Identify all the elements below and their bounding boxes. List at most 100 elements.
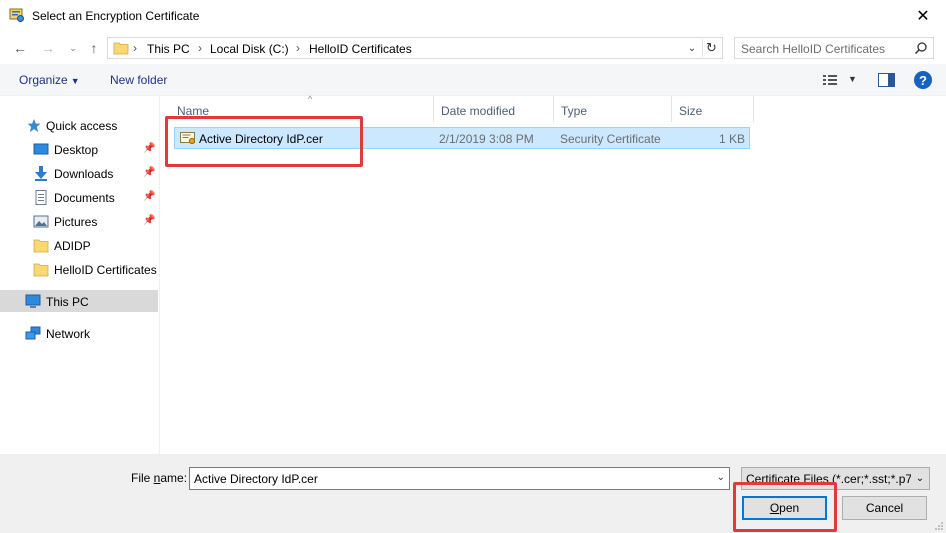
arrow-left-icon: ←: [13, 40, 27, 56]
network-icon: [25, 326, 41, 340]
back-button[interactable]: ←: [11, 39, 29, 57]
dialog-footer: File name: Active Directory IdP.cer ⌄ Ce…: [0, 454, 946, 533]
download-icon: [35, 166, 47, 181]
pictures-icon: [33, 215, 49, 228]
label-part: ame:: [160, 471, 188, 485]
close-icon: ✕: [916, 8, 930, 25]
arrow-up-icon: ↑: [90, 40, 98, 56]
column-header-type[interactable]: Type: [554, 96, 672, 122]
column-label: Size: [679, 104, 703, 118]
chevron-right-icon: ›: [133, 41, 137, 55]
preview-pane-icon[interactable]: [878, 73, 895, 87]
caret-down-icon: ▼: [70, 76, 80, 86]
column-label: Date modified: [441, 104, 516, 118]
organize-label: Organize: [19, 73, 68, 87]
chevron-down-icon: ⌄: [687, 42, 697, 54]
refresh-button[interactable]: ↻: [702, 39, 720, 57]
nav-label: Network: [46, 327, 91, 341]
file-list: Name ^ Date modified Type Size Active Di…: [160, 94, 946, 454]
chevron-right-icon: ›: [296, 41, 300, 55]
organize-button[interactable]: Organize ▼: [19, 73, 80, 87]
column-header-name[interactable]: Name ^: [170, 94, 434, 122]
help-icon[interactable]: ?: [914, 71, 932, 89]
file-type-filter[interactable]: Certificate Files (*.cer;*.sst;*.p7b ⌄: [741, 467, 930, 490]
file-type: Security Certificate: [560, 132, 661, 146]
view-dropdown-icon[interactable]: ▼: [848, 74, 857, 84]
new-folder-button[interactable]: New folder: [110, 73, 167, 87]
nav-item-adidp[interactable]: ADIDP: [0, 234, 158, 256]
column-header-size[interactable]: Size: [672, 96, 754, 122]
recent-locations-button[interactable]: ⌄: [64, 39, 82, 57]
close-button[interactable]: ✕: [900, 0, 946, 32]
open-label: pen: [779, 501, 800, 515]
pin-icon: 📌: [143, 191, 156, 202]
sort-ascending-icon: ^: [308, 94, 313, 104]
cancel-button[interactable]: Cancel: [842, 496, 927, 520]
file-name-value: Active Directory IdP.cer: [194, 472, 318, 486]
arrow-right-icon: →: [41, 40, 55, 56]
resize-grip-icon[interactable]: [934, 521, 944, 531]
folder-icon: [113, 42, 129, 55]
refresh-icon: ↻: [706, 40, 717, 55]
folder-icon: [33, 239, 49, 253]
file-name-input[interactable]: Active Directory IdP.cer ⌄: [189, 467, 730, 490]
search-placeholder: Search HelloID Certificates: [741, 42, 886, 56]
chevron-down-icon[interactable]: ⌄: [717, 472, 725, 483]
certificate-app-icon: [9, 8, 24, 22]
certificate-icon: [180, 132, 196, 145]
nav-item-pictures[interactable]: Pictures 📌: [0, 210, 158, 232]
file-date: 2/1/2019 3:08 PM: [439, 132, 534, 146]
file-type-filter-value: Certificate Files (*.cer;*.sst;*.p7b: [746, 472, 919, 486]
view-options-icon[interactable]: [822, 72, 838, 88]
chevron-down-icon: ⌄: [69, 42, 77, 53]
nav-item-quick-access[interactable]: Quick access: [0, 114, 158, 136]
desktop-icon: [33, 143, 49, 155]
table-row[interactable]: Active Directory IdP.cer 2/1/2019 3:08 P…: [174, 127, 750, 149]
pin-icon: 📌: [143, 167, 156, 178]
nav-label: Pictures: [54, 215, 98, 229]
search-input[interactable]: Search HelloID Certificates: [734, 37, 934, 59]
cancel-label: Cancel: [865, 501, 904, 515]
nav-label: Quick access: [46, 119, 118, 133]
file-name: Active Directory IdP.cer: [199, 132, 323, 146]
address-dropdown-button[interactable]: ⌄: [684, 40, 700, 56]
nav-item-desktop[interactable]: Desktop 📌: [0, 138, 158, 160]
breadcrumb-this-pc[interactable]: This PC: [147, 42, 190, 56]
column-label: Type: [561, 104, 588, 118]
address-bar[interactable]: › This PC › Local Disk (C:) › HelloID Ce…: [107, 37, 723, 59]
column-header-date[interactable]: Date modified: [434, 96, 554, 122]
title-bar: Select an Encryption Certificate ✕: [0, 0, 946, 32]
new-folder-label: New folder: [110, 73, 168, 87]
search-icon: [914, 42, 927, 55]
open-accelerator: O: [769, 501, 780, 515]
nav-label: Downloads: [54, 167, 114, 181]
forward-button[interactable]: →: [39, 39, 57, 57]
nav-label: ADIDP: [54, 239, 91, 253]
chevron-down-icon: ⌄: [911, 468, 929, 489]
up-button[interactable]: ↑: [85, 39, 103, 57]
pin-icon: 📌: [143, 143, 156, 154]
breadcrumb-local-disk[interactable]: Local Disk (C:): [210, 42, 289, 56]
breadcrumb-helloid-certificates[interactable]: HelloID Certificates: [309, 42, 412, 56]
nav-label: Desktop: [54, 143, 99, 157]
nav-item-helloid-certificates[interactable]: HelloID Certificates: [0, 258, 158, 280]
file-name-label: File name:: [131, 471, 187, 485]
chevron-right-icon: ›: [198, 41, 202, 55]
column-label: Name: [177, 104, 210, 118]
label-part: File: [131, 471, 154, 485]
star-icon: [27, 118, 41, 133]
open-button[interactable]: Open: [742, 496, 827, 520]
command-bar: Organize ▼ New folder ▼ ?: [0, 64, 946, 96]
nav-item-documents[interactable]: Documents 📌: [0, 186, 158, 208]
nav-item-network[interactable]: Network: [0, 322, 158, 344]
nav-item-downloads[interactable]: Downloads 📌: [0, 162, 158, 184]
computer-icon: [25, 294, 41, 308]
nav-item-this-pc[interactable]: This PC: [0, 290, 158, 312]
pin-icon: 📌: [143, 215, 156, 226]
navigation-pane: Quick access Desktop 📌 Downloads 📌 Docum…: [0, 96, 160, 454]
address-row: ← → ⌄ ↑ › This PC › Local Disk (C:) › He…: [0, 32, 946, 64]
nav-label: Documents: [54, 191, 115, 205]
file-size: 1 KB: [718, 132, 745, 146]
nav-label: HelloID Certificates: [54, 263, 157, 277]
window-title: Select an Encryption Certificate: [32, 9, 200, 23]
